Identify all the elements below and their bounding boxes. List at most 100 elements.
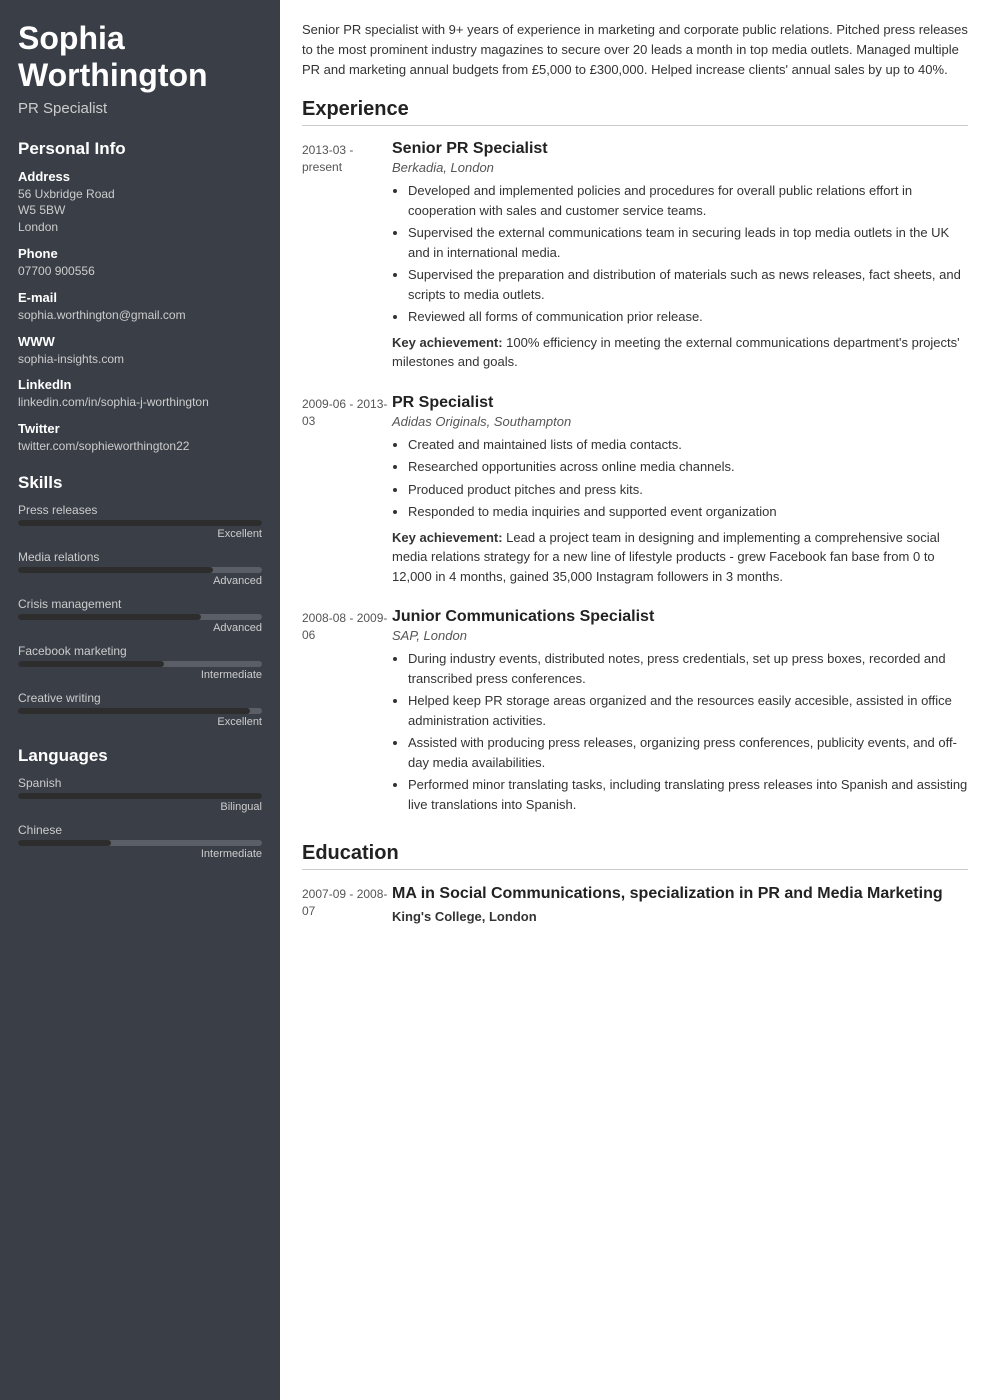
experience-row: 2013-03 - present Senior PR Specialist B…: [302, 140, 968, 372]
bullet-item: Created and maintained lists of media co…: [408, 435, 968, 455]
exp-bullets: During industry events, distributed note…: [392, 649, 968, 814]
skill-bar-fill: [18, 708, 250, 714]
skills-heading: Skills: [18, 473, 262, 493]
www-label: WWW: [18, 334, 262, 349]
bullet-item: Researched opportunities across online m…: [408, 457, 968, 477]
skill-bar-bg: [18, 520, 262, 526]
www-value: sophia-insights.com: [18, 351, 262, 368]
skill-bar-bg: [18, 708, 262, 714]
exp-date: 2009-06 - 2013-03: [302, 394, 392, 587]
exp-job-title: PR Specialist: [392, 394, 968, 412]
skill-name: Press releases: [18, 503, 262, 517]
exp-company: Adidas Originals, Southampton: [392, 414, 968, 429]
candidate-name: Sophia Worthington: [18, 20, 262, 94]
skill-level: Advanced: [18, 575, 262, 587]
linkedin-label: LinkedIn: [18, 377, 262, 392]
bullet-item: Produced product pitches and press kits.: [408, 480, 968, 500]
edu-date: 2007-09 - 2008-07: [302, 884, 392, 924]
edu-degree: MA in Social Communications, specializat…: [392, 884, 968, 905]
exp-date: 2008-08 - 2009-06: [302, 608, 392, 820]
sidebar: Sophia Worthington PR Specialist Persona…: [0, 0, 280, 1400]
exp-bullets: Developed and implemented policies and p…: [392, 181, 968, 327]
skill-level: Excellent: [18, 528, 262, 540]
exp-date: 2013-03 - present: [302, 140, 392, 372]
name-block: Sophia Worthington PR Specialist: [18, 20, 262, 117]
skill-level: Intermediate: [18, 669, 262, 681]
edu-school: King's College, London: [392, 909, 968, 924]
bullet-item: Supervised the external communications t…: [408, 223, 968, 262]
experience-section: Experience 2013-03 - present Senior PR S…: [302, 98, 968, 820]
skill-item: Creative writing Excellent: [18, 691, 262, 728]
skill-name: Media relations: [18, 550, 262, 564]
skill-name: Facebook marketing: [18, 644, 262, 658]
bullet-item: Reviewed all forms of communication prio…: [408, 307, 968, 327]
bullet-item: Performed minor translating tasks, inclu…: [408, 775, 968, 814]
email-label: E-mail: [18, 290, 262, 305]
exp-job-title: Junior Communications Specialist: [392, 608, 968, 626]
skill-item: Crisis management Advanced: [18, 597, 262, 634]
summary: Senior PR specialist with 9+ years of ex…: [302, 20, 968, 80]
candidate-title: PR Specialist: [18, 100, 262, 117]
languages-section: Languages Spanish Bilingual Chinese Inte…: [18, 746, 262, 860]
language-bar-bg: [18, 793, 262, 799]
bullet-item: Responded to media inquiries and support…: [408, 502, 968, 522]
skill-item: Facebook marketing Intermediate: [18, 644, 262, 681]
exp-job-title: Senior PR Specialist: [392, 140, 968, 158]
exp-company: SAP, London: [392, 628, 968, 643]
language-item: Spanish Bilingual: [18, 776, 262, 813]
exp-bullets: Created and maintained lists of media co…: [392, 435, 968, 522]
language-bar-fill: [18, 840, 111, 846]
exp-achievement: Key achievement: 100% efficiency in meet…: [392, 333, 968, 372]
exp-company: Berkadia, London: [392, 160, 968, 175]
experience-heading: Experience: [302, 98, 968, 126]
exp-content: Junior Communications Specialist SAP, Lo…: [392, 608, 968, 820]
bullet-item: Developed and implemented policies and p…: [408, 181, 968, 220]
skill-bar-fill: [18, 520, 262, 526]
address-line-1: 56 Uxbridge Road: [18, 186, 262, 203]
skill-bar-bg: [18, 567, 262, 573]
edu-content: MA in Social Communications, specializat…: [392, 884, 968, 924]
phone-value: 07700 900556: [18, 263, 262, 280]
address-line-2: W5 5BW: [18, 202, 262, 219]
twitter-value: twitter.com/sophieworthington22: [18, 438, 262, 455]
language-bar-bg: [18, 840, 262, 846]
exp-achievement: Key achievement: Lead a project team in …: [392, 528, 968, 587]
skill-name: Creative writing: [18, 691, 262, 705]
bullet-item: Assisted with producing press releases, …: [408, 733, 968, 772]
experience-row: 2008-08 - 2009-06 Junior Communications …: [302, 608, 968, 820]
language-level: Bilingual: [18, 801, 262, 813]
languages-heading: Languages: [18, 746, 262, 766]
phone-label: Phone: [18, 246, 262, 261]
education-row: 2007-09 - 2008-07 MA in Social Communica…: [302, 884, 968, 924]
language-name: Spanish: [18, 776, 262, 790]
education-list: 2007-09 - 2008-07 MA in Social Communica…: [302, 884, 968, 924]
experience-row: 2009-06 - 2013-03 PR Specialist Adidas O…: [302, 394, 968, 587]
exp-content: Senior PR Specialist Berkadia, London De…: [392, 140, 968, 372]
bullet-item: Helped keep PR storage areas organized a…: [408, 691, 968, 730]
skill-bar-fill: [18, 661, 164, 667]
skill-bar-bg: [18, 661, 262, 667]
address-label: Address: [18, 169, 262, 184]
skill-item: Media relations Advanced: [18, 550, 262, 587]
email-value: sophia.worthington@gmail.com: [18, 307, 262, 324]
skill-name: Crisis management: [18, 597, 262, 611]
skills-list: Press releases Excellent Media relations…: [18, 503, 262, 728]
linkedin-value: linkedin.com/in/sophia-j-worthington: [18, 394, 262, 411]
education-heading: Education: [302, 842, 968, 870]
skill-bar-bg: [18, 614, 262, 620]
experience-list: 2013-03 - present Senior PR Specialist B…: [302, 140, 968, 820]
address-line-3: London: [18, 219, 262, 236]
language-item: Chinese Intermediate: [18, 823, 262, 860]
main-content: Senior PR specialist with 9+ years of ex…: [280, 0, 990, 1400]
language-level: Intermediate: [18, 848, 262, 860]
twitter-label: Twitter: [18, 421, 262, 436]
language-bar-fill: [18, 793, 262, 799]
skills-section: Skills Press releases Excellent Media re…: [18, 473, 262, 728]
bullet-item: Supervised the preparation and distribut…: [408, 265, 968, 304]
personal-info-heading: Personal Info: [18, 139, 262, 159]
personal-info-section: Personal Info Address 56 Uxbridge Road W…: [18, 139, 262, 455]
skill-bar-fill: [18, 614, 201, 620]
language-name: Chinese: [18, 823, 262, 837]
languages-list: Spanish Bilingual Chinese Intermediate: [18, 776, 262, 860]
skill-bar-fill: [18, 567, 213, 573]
